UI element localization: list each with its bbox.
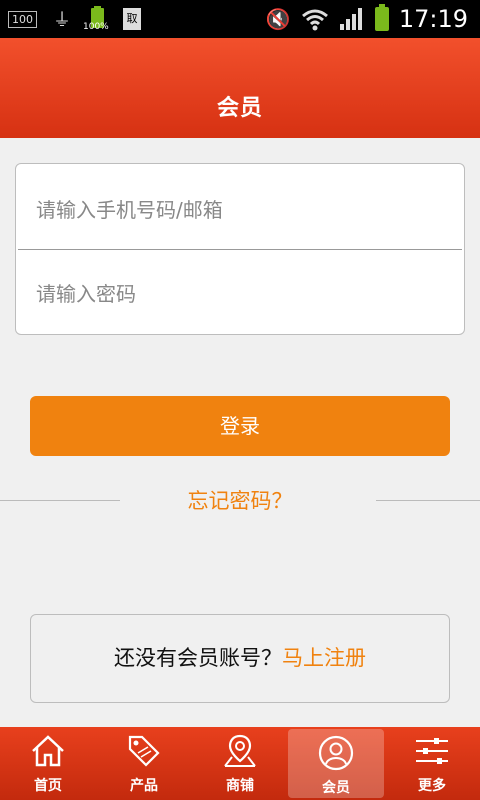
nav-item-products[interactable]: 产品 xyxy=(96,727,192,800)
mute-icon: 🔇 xyxy=(265,7,291,31)
nav-item-more[interactable]: 更多 xyxy=(384,727,480,800)
notification-count-icon: 100 xyxy=(8,10,37,28)
phone-email-input[interactable] xyxy=(34,194,448,226)
divider-left xyxy=(0,500,120,501)
page-title: 会员 xyxy=(216,96,263,121)
bottom-nav: 首页 产品 商铺 会员 更多 xyxy=(0,727,480,800)
login-button[interactable]: 登录 xyxy=(30,396,450,456)
nav-item-stores[interactable]: 商铺 xyxy=(192,727,288,800)
app-header: 会员 xyxy=(0,38,480,138)
map-pin-icon xyxy=(224,734,256,767)
nav-label: 首页 xyxy=(34,778,62,794)
user-icon xyxy=(318,735,354,771)
signal-icon xyxy=(339,8,362,30)
sliders-icon xyxy=(416,738,448,764)
nav-item-home[interactable]: 首页 xyxy=(0,727,96,800)
register-question: 还没有会员账号？ xyxy=(114,646,282,670)
forgot-password-link[interactable]: 忘记密码？ xyxy=(150,485,330,515)
divider-right xyxy=(376,500,480,501)
nav-label: 产品 xyxy=(130,778,158,794)
nav-item-member[interactable]: 会员 xyxy=(288,729,384,798)
form-divider xyxy=(18,249,462,250)
register-box: 还没有会员账号？马上注册 xyxy=(30,614,450,703)
nav-label: 商铺 xyxy=(226,778,254,794)
clock: 17:19 xyxy=(398,5,468,33)
login-form xyxy=(15,163,465,335)
nav-label: 更多 xyxy=(418,778,446,794)
battery-icon: 100% xyxy=(83,6,109,32)
battery-level-icon xyxy=(374,4,389,31)
status-bar: 100 ⏚ 100% 取 🔇 17:19 xyxy=(0,0,480,38)
nav-label: 会员 xyxy=(322,780,350,796)
register-link[interactable]: 马上注册 xyxy=(282,646,366,670)
battery-percent: 100% xyxy=(83,22,109,32)
usb-icon: ⏚ xyxy=(53,10,71,31)
password-input[interactable] xyxy=(34,278,448,310)
wifi-icon xyxy=(301,9,328,31)
document-icon: 取 xyxy=(123,8,141,30)
sale-tag-icon xyxy=(128,735,160,767)
home-icon xyxy=(32,735,64,767)
